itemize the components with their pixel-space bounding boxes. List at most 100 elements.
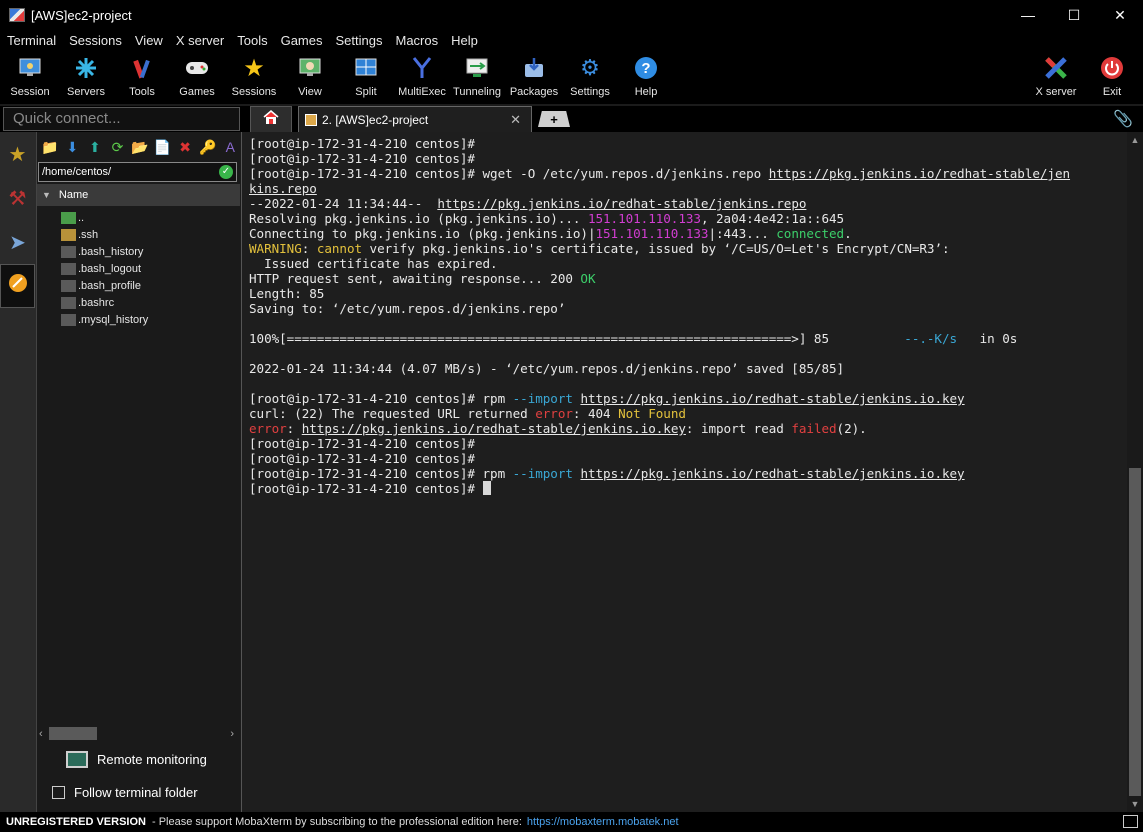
sftp-side-tab[interactable] — [0, 264, 35, 308]
sessions-star-tab[interactable]: ★ — [0, 132, 35, 176]
terminal-output[interactable]: [root@ip-172-31-4-210 centos]# [root@ip-… — [241, 132, 1127, 812]
tools-icon — [129, 55, 155, 81]
file-icon — [61, 245, 76, 258]
list-item[interactable]: .bash_history — [37, 243, 240, 260]
terminal-line: curl: (22) The requested URL returned er… — [249, 406, 686, 421]
help-button[interactable]: ? Help — [616, 53, 676, 101]
session-button[interactable]: Session — [0, 53, 60, 101]
monitor-icon — [17, 55, 43, 81]
help-icon: ? — [633, 55, 659, 81]
follow-terminal-folder-checkbox[interactable]: Follow terminal folder — [52, 782, 198, 802]
toolbar: Session Servers Tools Games ★ Sessions V… — [0, 50, 1143, 104]
keyboard-icon[interactable] — [1123, 815, 1138, 828]
close-tab-icon[interactable]: ✕ — [510, 112, 521, 128]
menu-x-server[interactable]: X server — [176, 33, 224, 48]
name-column-header[interactable]: ▼ Name — [37, 184, 240, 206]
terminal-line: [root@ip-172-31-4-210 centos]# rpm --imp… — [249, 391, 965, 406]
scroll-right-icon[interactable]: › — [230, 728, 234, 740]
close-window-button[interactable]: ✕ — [1097, 0, 1143, 30]
menu-sessions[interactable]: Sessions — [69, 33, 122, 48]
gear-icon: ⚙ — [580, 55, 600, 80]
view-icon — [297, 55, 323, 81]
mobatek-link[interactable]: https://mobaxterm.mobatek.net — [527, 816, 679, 828]
sessions-button[interactable]: ★ Sessions — [224, 53, 284, 101]
view-button[interactable]: View — [280, 53, 340, 101]
scroll-up-icon[interactable]: ▲ — [1127, 132, 1143, 148]
maximize-button[interactable]: ☐ — [1051, 0, 1097, 30]
window-title: [AWS]ec2-project — [31, 7, 132, 23]
packages-button[interactable]: Packages — [504, 53, 564, 101]
multiexec-button[interactable]: MultiExec — [392, 53, 452, 101]
menu-help[interactable]: Help — [451, 33, 478, 48]
menu-macros[interactable]: Macros — [395, 33, 438, 48]
menu-terminal[interactable]: Terminal — [7, 33, 56, 48]
x-server-icon — [1043, 55, 1069, 81]
servers-icon — [73, 55, 99, 81]
file-icon — [61, 296, 76, 309]
list-item[interactable]: .mysql_history — [37, 311, 240, 328]
home-icon — [263, 110, 279, 129]
power-icon — [1099, 55, 1125, 81]
split-button[interactable]: Split — [336, 53, 396, 101]
list-item[interactable]: .bash_logout — [37, 260, 240, 277]
support-text: - Please support MobaXterm by subscribin… — [151, 816, 522, 828]
new-folder-icon[interactable]: 📂 — [130, 137, 150, 157]
games-button[interactable]: Games — [167, 53, 227, 101]
list-item[interactable]: .ssh — [37, 226, 240, 243]
list-item[interactable]: .bash_profile — [37, 277, 240, 294]
remote-monitoring-button[interactable]: Remote monitoring — [66, 748, 207, 770]
check-icon[interactable]: ✓ — [219, 165, 233, 179]
split-icon — [353, 55, 379, 81]
paperclip-icon[interactable]: 📎 — [1113, 109, 1133, 129]
menu-games[interactable]: Games — [281, 33, 323, 48]
permissions-icon[interactable]: 🔑 — [198, 137, 218, 157]
terminal-cursor — [482, 481, 491, 495]
follow-terminal-folder-label: Follow terminal folder — [74, 784, 198, 800]
menu-tools[interactable]: Tools — [237, 33, 267, 48]
minimize-button[interactable]: — — [1005, 0, 1051, 30]
upload-icon[interactable]: ⬆ — [85, 137, 105, 157]
list-item[interactable]: .bashrc — [37, 294, 240, 311]
sftp-path: /home/centos/ — [42, 166, 112, 178]
checkbox[interactable] — [52, 785, 65, 799]
scrollbar-thumb[interactable] — [1129, 468, 1141, 796]
status-bar: UNREGISTERED VERSION - Please support Mo… — [0, 812, 1143, 832]
refresh-icon[interactable]: ⟳ — [108, 137, 128, 157]
terminal-line: [root@ip-172-31-4-210 centos]# — [249, 436, 475, 451]
macros-side-tab[interactable]: ➤ — [0, 220, 35, 264]
tunneling-button[interactable]: Tunneling — [447, 53, 507, 101]
menu-settings[interactable]: Settings — [336, 33, 383, 48]
quick-connect-input[interactable]: Quick connect... — [3, 107, 240, 131]
session-tab-icon — [305, 113, 317, 126]
menu-view[interactable]: View — [135, 33, 163, 48]
list-item[interactable]: .. — [37, 209, 240, 226]
x-server-button[interactable]: X server — [1026, 53, 1086, 101]
terminal-line: [root@ip-172-31-4-210 centos]# — [249, 136, 475, 151]
sftp-horizontal-scrollbar[interactable]: ‹ › — [39, 726, 237, 741]
sftp-path-input[interactable]: /home/centos/ ✓ — [38, 162, 237, 182]
tunneling-icon — [464, 55, 490, 81]
scroll-down-icon[interactable]: ▼ — [1127, 796, 1143, 812]
sftp-browser: 📁 ⬇ ⬆ ⟳ 📂 📄 ✖ 🔑 A /home/centos/ ✓ ▼ Name… — [37, 132, 240, 812]
new-file-icon[interactable]: 📄 — [153, 137, 173, 157]
paper-plane-icon: ➤ — [9, 231, 26, 254]
tools-button[interactable]: Tools — [112, 53, 172, 101]
terminal-line: Issued certificate has expired. — [249, 256, 498, 271]
terminal-scrollbar[interactable]: ▲ ▼ — [1127, 132, 1143, 812]
servers-button[interactable]: Servers — [56, 53, 116, 101]
download-icon[interactable]: ⬇ — [63, 137, 83, 157]
scrollbar-thumb[interactable] — [48, 727, 97, 740]
exit-button[interactable]: Exit — [1082, 53, 1142, 101]
rename-icon[interactable]: A — [221, 137, 241, 157]
delete-icon[interactable]: ✖ — [175, 137, 195, 157]
terminal-line: 100%[===================================… — [249, 331, 1018, 346]
tools-side-tab[interactable]: ⚒ — [0, 176, 35, 220]
parent-dir-icon — [61, 211, 76, 224]
parent-folder-icon[interactable]: 📁 — [40, 137, 60, 157]
settings-button[interactable]: ⚙ Settings — [560, 53, 620, 101]
tab-session-ec2-project[interactable]: 2. [AWS]ec2-project ✕ — [298, 106, 532, 132]
scroll-left-icon[interactable]: ‹ — [39, 728, 43, 740]
new-tab-button[interactable]: + — [538, 111, 570, 127]
home-tab[interactable] — [250, 106, 292, 132]
